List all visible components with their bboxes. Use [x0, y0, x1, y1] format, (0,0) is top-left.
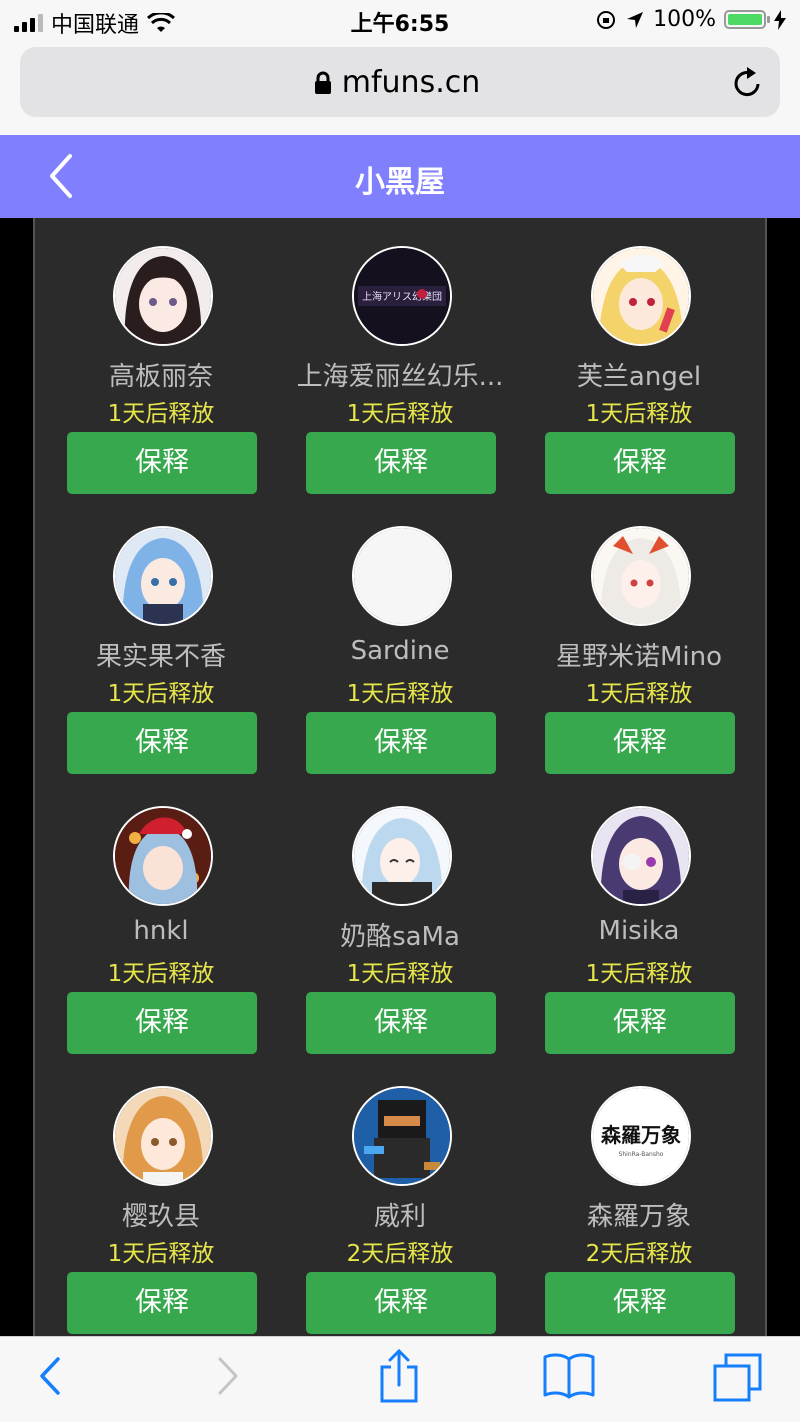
charging-icon: [774, 9, 786, 30]
page-header: 小黑屋: [0, 135, 800, 218]
battery-percent: 100%: [653, 7, 716, 32]
avatar[interactable]: [591, 806, 691, 906]
address-domain: mfuns.cn: [341, 65, 481, 100]
user-name: Misika: [598, 916, 680, 946]
bail-button[interactable]: 保释: [306, 1272, 496, 1334]
avatar-image: [115, 808, 211, 904]
address-bar[interactable]: mfuns.cn: [20, 47, 780, 117]
user-card: Misika 1天后释放保释: [513, 778, 753, 1058]
avatar[interactable]: [352, 806, 452, 906]
orientation-lock-icon: [597, 10, 616, 29]
avatar[interactable]: [113, 246, 213, 346]
avatar[interactable]: 森羅万象 ShinRa-Bansho: [591, 1086, 691, 1186]
page-title: 小黑屋: [355, 165, 445, 200]
user-name: 威利: [373, 1202, 426, 1232]
bail-button[interactable]: 保释: [545, 712, 735, 774]
avatar[interactable]: [113, 1086, 213, 1186]
user-card: 高板丽奈 1天后释放保释: [35, 218, 275, 498]
avatar-image: [593, 528, 689, 624]
avatar[interactable]: [591, 526, 691, 626]
release-countdown: 2天后释放: [346, 1241, 454, 1267]
bail-button[interactable]: 保释: [67, 712, 257, 774]
chevron-right-icon[interactable]: [212, 1351, 242, 1401]
user-name: 芙兰angel: [576, 362, 702, 392]
browser-toolbar: [0, 1336, 800, 1422]
release-countdown: 1天后释放: [585, 961, 693, 987]
avatar[interactable]: [113, 806, 213, 906]
blacklist-panel: 高板丽奈 1天后释放 保释 上海アリス幻樂団 上海爱丽丝幻乐... 1天后释放 保释 芙兰an…: [33, 218, 767, 1336]
bail-button[interactable]: 保释: [306, 992, 496, 1054]
release-countdown: 1天后释放: [107, 681, 215, 707]
battery-icon: [724, 10, 770, 29]
location-icon: [627, 11, 644, 28]
avatar-image: [593, 248, 689, 344]
avatar[interactable]: [591, 246, 691, 346]
share-icon[interactable]: [378, 1347, 420, 1405]
user-card: 威利 2天后释放保释: [274, 1058, 514, 1336]
user-card: 星野米诺Mino 1天后释放保释: [513, 498, 753, 778]
avatar[interactable]: 上海アリス幻樂団: [352, 246, 452, 346]
release-countdown: 1天后释放: [107, 961, 215, 987]
user-name: 果实果不香: [95, 642, 226, 672]
book-icon[interactable]: [542, 1351, 596, 1401]
avatar-image: 上海アリス幻樂団: [354, 248, 450, 344]
user-card: 樱玖县 1天后释放保释: [35, 1058, 275, 1336]
user-card: 上海アリス幻樂団上海爱丽丝幻乐... 1天后释放保释: [274, 218, 514, 498]
avatar[interactable]: [352, 526, 452, 626]
user-name: 星野米诺Mino: [555, 642, 723, 672]
release-countdown: 1天后释放: [346, 961, 454, 987]
release-countdown: 1天后释放: [107, 401, 215, 427]
avatar-image: [354, 1088, 450, 1184]
avatar-image: [593, 808, 689, 904]
user-name: 森羅万象: [586, 1202, 691, 1232]
browser-chrome: mfuns.cn: [0, 40, 800, 135]
reload-icon[interactable]: [732, 65, 764, 99]
user-card: 奶酪saMa 1天后释放保释: [274, 778, 514, 1058]
user-name: 上海爱丽丝幻乐...: [296, 362, 504, 392]
avatar-image: [115, 1088, 211, 1184]
svg-text:森羅万象: 森羅万象: [601, 1123, 681, 1147]
release-countdown: 2天后释放: [585, 1241, 693, 1267]
bail-button[interactable]: 保释: [67, 432, 257, 494]
svg-text:ShinRa-Bansho: ShinRa-Bansho: [619, 1151, 664, 1158]
avatar-image: [115, 528, 211, 624]
user-card: 森羅万象 ShinRa-Bansho 森羅万象 2天后释放保释: [513, 1058, 753, 1336]
bail-button[interactable]: 保释: [67, 1272, 257, 1334]
avatar[interactable]: [352, 1086, 452, 1186]
release-countdown: 1天后释放: [107, 1241, 215, 1267]
bail-button[interactable]: 保释: [545, 992, 735, 1054]
user-name: hnkl: [133, 916, 189, 946]
release-countdown: 1天后释放: [585, 681, 693, 707]
avatar[interactable]: [113, 526, 213, 626]
user-name: 奶酪saMa: [340, 922, 460, 952]
avatar-image: 森羅万象 ShinRa-Bansho: [593, 1088, 689, 1184]
avatar-image: [354, 528, 450, 624]
user-name: 高板丽奈: [108, 362, 213, 392]
user-card: 芙兰angel 1天后释放保释: [513, 218, 753, 498]
status-right: 100%: [595, 7, 786, 32]
user-name: Sardine: [350, 636, 450, 666]
avatar-image: [115, 248, 211, 344]
bail-button[interactable]: 保释: [545, 1272, 735, 1334]
user-card: Sardine 1天后释放保释: [274, 498, 514, 778]
bail-button[interactable]: 保释: [545, 432, 735, 494]
release-countdown: 1天后释放: [585, 401, 693, 427]
bail-button[interactable]: 保释: [306, 712, 496, 774]
user-card: 果实果不香 1天后释放保释: [35, 498, 275, 778]
tabs-icon[interactable]: [712, 1351, 764, 1403]
release-countdown: 1天后释放: [346, 681, 454, 707]
avatar-image: [354, 808, 450, 904]
bail-button[interactable]: 保释: [306, 432, 496, 494]
chevron-left-icon[interactable]: [36, 1351, 66, 1401]
bail-button[interactable]: 保释: [67, 992, 257, 1054]
svg-text:上海アリス幻樂団: 上海アリス幻樂団: [362, 290, 442, 303]
user-name: 樱玖县: [121, 1202, 200, 1232]
release-countdown: 1天后释放: [346, 401, 454, 427]
status-bar: 中国联通 上午6:55 100%: [0, 0, 800, 40]
user-card: hnkl 1天后释放保释: [35, 778, 275, 1058]
